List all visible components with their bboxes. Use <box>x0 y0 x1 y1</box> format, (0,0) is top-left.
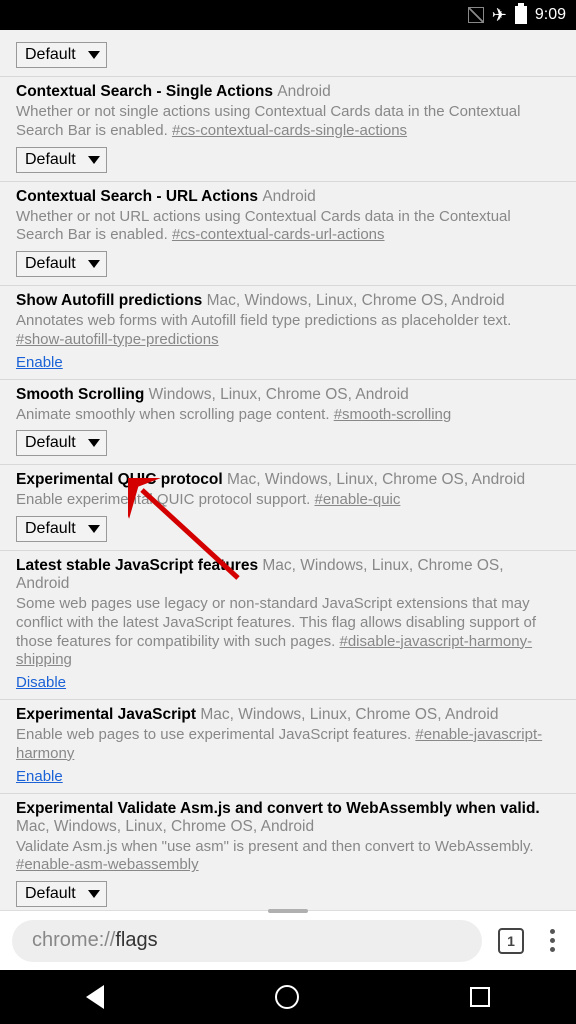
flag-header: Experimental Validate Asm.js and convert… <box>16 800 560 836</box>
flag-platforms: Windows, Linux, Chrome OS, Android <box>149 386 409 403</box>
no-sim-icon <box>468 7 484 23</box>
flag-select-value: Default <box>25 255 76 273</box>
flag-platforms: Android <box>262 188 315 205</box>
url-path: flags <box>115 929 157 952</box>
flag-title: Smooth Scrolling <box>16 386 149 403</box>
flag-select[interactable]: Default <box>16 881 107 907</box>
flag-item: Latest stable JavaScript features Mac, W… <box>0 551 576 700</box>
chevron-down-icon <box>88 439 100 447</box>
flag-title: Experimental JavaScript <box>16 706 200 723</box>
flag-platforms: Mac, Windows, Linux, Chrome OS, Android <box>200 706 498 723</box>
flag-action-link[interactable]: Disable <box>16 674 560 691</box>
flag-anchor-link[interactable]: #smooth-scrolling <box>334 406 452 423</box>
flag-header: Experimental JavaScript Mac, Windows, Li… <box>16 706 560 724</box>
flag-select[interactable]: Default <box>16 147 107 173</box>
flag-description: Some web pages use legacy or non-standar… <box>16 595 560 670</box>
flag-item: Experimental Validate Asm.js and convert… <box>0 794 576 911</box>
flag-description: Validate Asm.js when "use asm" is presen… <box>16 838 560 876</box>
flag-title: Show Autofill predictions <box>16 292 207 309</box>
flags-page: Default Contextual Search - Single Action… <box>0 30 576 910</box>
flag-description: Animate smoothly when scrolling page con… <box>16 406 560 425</box>
flag-action-link[interactable]: Enable <box>16 354 560 371</box>
flag-title: Experimental QUIC protocol <box>16 471 227 488</box>
chevron-down-icon <box>88 260 100 268</box>
airplane-mode-icon: ✈ <box>492 5 507 26</box>
back-button[interactable] <box>86 985 104 1009</box>
flag-item: Contextual Search - Single Actions Andro… <box>0 77 576 182</box>
flag-anchor-link[interactable]: #show-autofill-type-predictions <box>16 331 219 348</box>
flag-header: Latest stable JavaScript features Mac, W… <box>16 557 560 593</box>
flag-header: Smooth Scrolling Windows, Linux, Chrome … <box>16 386 560 404</box>
flag-description: Annotates web forms with Autofill field … <box>16 312 560 350</box>
flag-anchor-link[interactable]: #enable-asm-webassembly <box>16 856 199 873</box>
omnibox[interactable]: chrome://flags <box>12 920 482 962</box>
flag-select[interactable]: Default <box>16 430 107 456</box>
flag-description-text: Validate Asm.js when "use asm" is presen… <box>16 838 534 855</box>
flag-select-value: Default <box>25 885 76 903</box>
flag-item: Contextual Search - URL Actions Android W… <box>0 182 576 287</box>
flag-select-value: Default <box>25 46 76 64</box>
flag-item: Show Autofill predictions Mac, Windows, … <box>0 286 576 380</box>
flag-action-link[interactable]: Enable <box>16 768 560 785</box>
recents-button[interactable] <box>470 987 490 1007</box>
flag-description: Whether or not URL actions using Context… <box>16 208 560 246</box>
flag-item: Default <box>0 34 576 77</box>
flag-select-value: Default <box>25 434 76 452</box>
flag-title: Latest stable JavaScript features <box>16 557 262 574</box>
tab-switcher-button[interactable]: 1 <box>498 928 524 954</box>
status-time: 9:09 <box>535 6 566 24</box>
flag-select[interactable]: Default <box>16 516 107 542</box>
flag-description: Enable web pages to use experimental Jav… <box>16 726 560 764</box>
flag-platforms: Mac, Windows, Linux, Chrome OS, Android <box>207 292 505 309</box>
chevron-down-icon <box>88 525 100 533</box>
android-nav-bar <box>0 970 576 1024</box>
menu-button[interactable] <box>540 929 564 952</box>
battery-icon <box>515 6 527 24</box>
flag-description-text: Enable web pages to use experimental Jav… <box>16 726 415 743</box>
flag-header: Contextual Search - URL Actions Android <box>16 188 560 206</box>
flag-description-text: Animate smoothly when scrolling page con… <box>16 406 334 423</box>
chevron-down-icon <box>88 51 100 59</box>
flag-header: Show Autofill predictions Mac, Windows, … <box>16 292 560 310</box>
flag-anchor-link[interactable]: #enable-quic <box>314 491 400 508</box>
flag-select[interactable]: Default <box>16 42 107 68</box>
chevron-down-icon <box>88 890 100 898</box>
flag-select[interactable]: Default <box>16 251 107 277</box>
url-scheme: chrome:// <box>32 929 115 952</box>
chevron-down-icon <box>88 156 100 164</box>
flag-title: Contextual Search - URL Actions <box>16 188 262 205</box>
flag-platforms: Android <box>277 83 330 100</box>
flag-description-text: Enable experimental QUIC protocol suppor… <box>16 491 314 508</box>
flag-title: Experimental Validate Asm.js and convert… <box>16 800 540 817</box>
flag-item: Experimental JavaScript Mac, Windows, Li… <box>0 700 576 794</box>
flag-item: Experimental QUIC protocol Mac, Windows,… <box>0 465 576 551</box>
flag-description: Whether or not single actions using Cont… <box>16 103 560 141</box>
flag-title: Contextual Search - Single Actions <box>16 83 277 100</box>
home-button[interactable] <box>275 985 299 1009</box>
flag-header: Contextual Search - Single Actions Andro… <box>16 83 560 101</box>
flag-anchor-link[interactable]: #cs-contextual-cards-url-actions <box>172 226 385 243</box>
status-bar: ✈ 9:09 <box>0 0 576 30</box>
flag-platforms: Mac, Windows, Linux, Chrome OS, Android <box>227 471 525 488</box>
tab-count: 1 <box>507 933 515 949</box>
flag-anchor-link[interactable]: #cs-contextual-cards-single-actions <box>172 122 407 139</box>
flag-description: Enable experimental QUIC protocol suppor… <box>16 491 560 510</box>
flag-description-text: Annotates web forms with Autofill field … <box>16 312 511 329</box>
flag-select-value: Default <box>25 151 76 169</box>
flag-platforms: Mac, Windows, Linux, Chrome OS, Android <box>16 818 314 835</box>
flag-select-value: Default <box>25 520 76 538</box>
flag-item: Smooth Scrolling Windows, Linux, Chrome … <box>0 380 576 466</box>
omnibox-bar: chrome://flags 1 <box>0 910 576 970</box>
flag-header: Experimental QUIC protocol Mac, Windows,… <box>16 471 560 489</box>
